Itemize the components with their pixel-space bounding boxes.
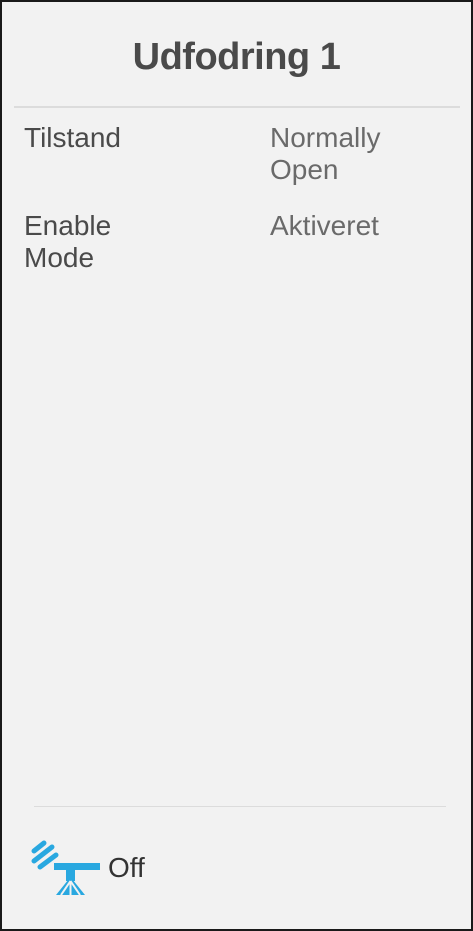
- title-divider: [14, 106, 460, 108]
- status-indicator: Off: [30, 838, 145, 898]
- detail-value-line: Normally: [270, 122, 381, 153]
- detail-value-enable-mode: Aktiveret: [270, 210, 450, 242]
- detail-value-line: Open: [270, 154, 339, 185]
- page-title: Udfodring 1: [132, 36, 341, 78]
- detail-label-line: Mode: [24, 242, 95, 273]
- detail-label-line: Enable: [24, 210, 112, 241]
- detail-label-enable-mode: Enable Mode: [24, 210, 204, 274]
- detail-value-line: Aktiveret: [270, 210, 379, 241]
- detail-label-tilstand: Tilstand: [24, 122, 204, 154]
- status-text: Off: [108, 852, 145, 883]
- detail-label-line: Tilstand: [24, 122, 122, 153]
- status-divider: [34, 806, 446, 807]
- feeder-icon: [31, 840, 100, 896]
- device-panel: Udfodring 1 Tilstand Normally Open Enabl…: [0, 0, 473, 931]
- detail-value-tilstand: Normally Open: [270, 122, 450, 186]
